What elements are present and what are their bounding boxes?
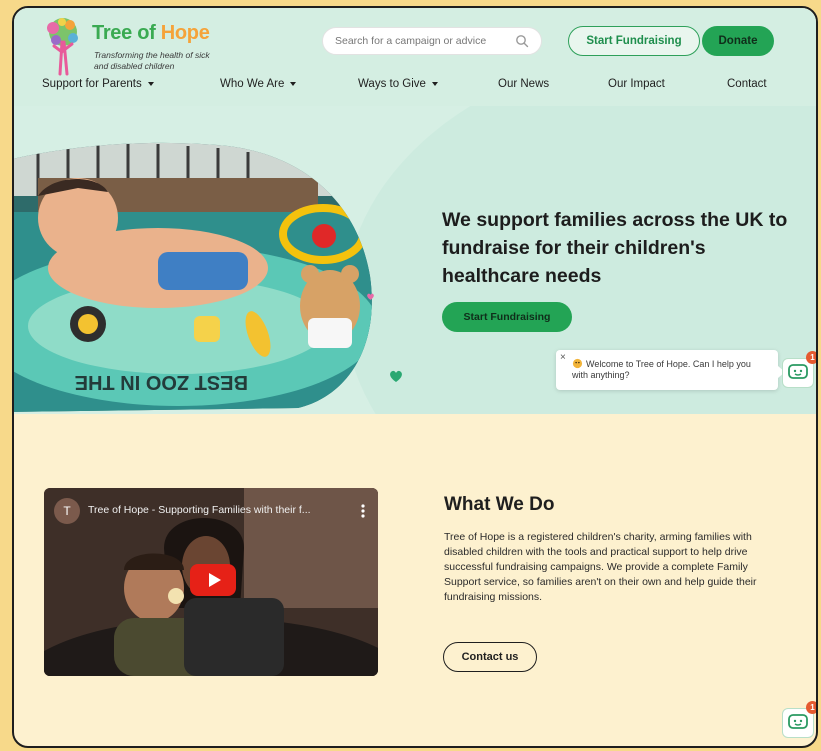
hero-headline: We support families across the UK to fun… xyxy=(442,209,788,287)
chat-close-icon[interactable]: × xyxy=(560,352,566,363)
browser-frame: Tree of Hope Transforming the health of … xyxy=(12,6,818,748)
chat-launcher-button[interactable]: 1 xyxy=(782,351,816,388)
logo-title: Tree of Hope xyxy=(92,22,210,44)
caret-down-icon xyxy=(431,82,438,86)
chat-badge-count: 1 xyxy=(806,701,816,714)
start-fundraising-header-button[interactable]: Start Fundraising xyxy=(568,26,700,56)
site-logo[interactable]: Tree of Hope Transforming the health of … xyxy=(40,16,240,76)
chat-message: Welcome to Tree of Hope. Can I help you … xyxy=(572,359,751,380)
tree-logo-icon xyxy=(47,18,78,76)
main-nav: Support for Parents Who We Are Ways to G… xyxy=(14,78,816,100)
chat-badge-count: 1 xyxy=(806,351,816,364)
video-player[interactable]: T Tree of Hope - Supporting Families wit… xyxy=(44,488,378,676)
chat-welcome-popup[interactable]: × Welcome to Tree of Hope. Can I help yo… xyxy=(556,350,785,390)
nav-ways-to-give[interactable]: Ways to Give xyxy=(358,78,438,90)
chat-launcher-button-bottom[interactable]: 1 xyxy=(782,701,816,738)
nav-who-we-are[interactable]: Who We Are xyxy=(220,78,297,90)
nav-our-news[interactable]: Our News xyxy=(498,78,549,90)
search-bar[interactable] xyxy=(322,27,542,55)
pink-heart-icon xyxy=(367,293,374,300)
donate-button[interactable]: Donate xyxy=(702,26,774,56)
what-we-do-title: What We Do xyxy=(444,494,555,515)
hero-image-child-in-pool: BEST ZOO IN THE xyxy=(14,142,372,412)
nav-contact[interactable]: Contact xyxy=(727,78,767,90)
green-heart-icon xyxy=(390,370,402,382)
search-input[interactable] xyxy=(335,35,515,47)
video-title[interactable]: Tree of Hope - Supporting Families with … xyxy=(88,504,311,516)
caret-down-icon xyxy=(147,82,154,86)
more-options-icon[interactable] xyxy=(356,502,370,520)
chat-bubble-icon xyxy=(788,714,808,729)
svg-text:BEST ZOO IN THE: BEST ZOO IN THE xyxy=(75,371,248,393)
waving-hand-icon xyxy=(572,358,583,369)
what-we-do-body: Tree of Hope is a registered children's … xyxy=(444,531,757,603)
nav-support-for-parents[interactable]: Support for Parents xyxy=(42,78,154,90)
video-channel-avatar[interactable]: T xyxy=(54,498,80,524)
caret-down-icon xyxy=(290,82,297,86)
contact-us-button[interactable]: Contact us xyxy=(443,642,537,672)
search-icon[interactable] xyxy=(515,34,529,48)
nav-our-impact[interactable]: Our Impact xyxy=(608,78,665,90)
logo-tagline: Transforming the health of sick and disa… xyxy=(94,50,210,71)
start-fundraising-hero-button[interactable]: Start Fundraising xyxy=(442,302,572,332)
chat-bubble-icon xyxy=(788,364,808,379)
play-icon[interactable] xyxy=(190,564,236,596)
site-header: Tree of Hope Transforming the health of … xyxy=(14,8,816,106)
